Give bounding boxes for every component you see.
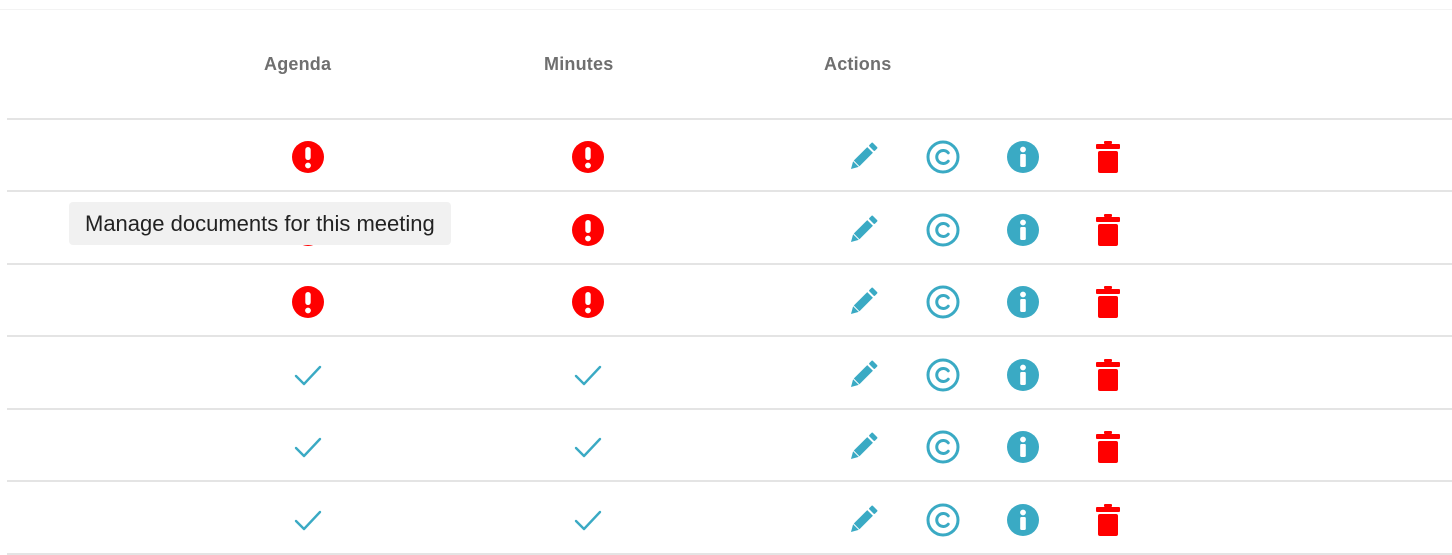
- delete-button[interactable]: [1088, 137, 1128, 177]
- copy-button[interactable]: [923, 210, 963, 250]
- minutes-checkmark-icon[interactable]: [570, 357, 606, 393]
- table-row: [7, 410, 1452, 482]
- copyright-icon: [926, 358, 960, 392]
- agenda-checkmark-icon[interactable]: [290, 357, 326, 393]
- copyright-icon: [926, 285, 960, 319]
- info-circle-icon: [1007, 504, 1039, 536]
- row-divider: [7, 190, 1452, 192]
- delete-button[interactable]: [1088, 500, 1128, 540]
- pencil-icon: [850, 360, 878, 388]
- copyright-icon: [926, 430, 960, 464]
- table-row: [7, 338, 1452, 410]
- actions-column-header: Actions: [824, 54, 892, 74]
- minutes-exclamation-circle-icon[interactable]: [570, 139, 606, 175]
- table-row: [7, 265, 1452, 337]
- minutes-checkmark-icon[interactable]: [570, 429, 606, 465]
- delete-button[interactable]: [1088, 210, 1128, 250]
- minutes-checkmark-icon[interactable]: [570, 502, 606, 538]
- minutes-exclamation-circle-icon[interactable]: [570, 212, 606, 248]
- info-button[interactable]: [1003, 355, 1043, 395]
- agenda-checkmark-icon[interactable]: [290, 429, 326, 465]
- info-circle-icon: [1007, 431, 1039, 463]
- minutes-column-header: Minutes: [544, 54, 614, 74]
- meetings-table: Agenda Minutes Actions: [0, 0, 1452, 555]
- edit-button[interactable]: [843, 282, 883, 322]
- copy-button[interactable]: [923, 500, 963, 540]
- pencil-icon: [850, 505, 878, 533]
- delete-button[interactable]: [1088, 355, 1128, 395]
- tooltip: Manage documents for this meeting: [69, 202, 451, 245]
- table-row: [7, 120, 1452, 192]
- edit-button[interactable]: [843, 500, 883, 540]
- agenda-checkmark-icon[interactable]: [290, 502, 326, 538]
- row-divider: [7, 480, 1452, 482]
- info-button[interactable]: [1003, 137, 1043, 177]
- edit-button[interactable]: [843, 210, 883, 250]
- pencil-icon: [850, 142, 878, 170]
- agenda-exclamation-circle-icon[interactable]: [290, 284, 326, 320]
- copy-button[interactable]: [923, 427, 963, 467]
- delete-button[interactable]: [1088, 427, 1128, 467]
- edit-button[interactable]: [843, 427, 883, 467]
- trash-icon: [1096, 504, 1120, 536]
- copyright-icon: [926, 503, 960, 537]
- copy-button[interactable]: [923, 137, 963, 177]
- info-button[interactable]: [1003, 282, 1043, 322]
- table-header: Agenda Minutes Actions: [0, 0, 1452, 120]
- trash-icon: [1096, 214, 1120, 246]
- row-divider: [7, 335, 1452, 337]
- delete-button[interactable]: [1088, 282, 1128, 322]
- copy-button[interactable]: [923, 355, 963, 395]
- pencil-icon: [850, 215, 878, 243]
- info-button[interactable]: [1003, 210, 1043, 250]
- edit-button[interactable]: [843, 137, 883, 177]
- info-circle-icon: [1007, 141, 1039, 173]
- trash-icon: [1096, 141, 1120, 173]
- info-circle-icon: [1007, 214, 1039, 246]
- table-row: [7, 483, 1452, 555]
- copyright-icon: [926, 140, 960, 174]
- pencil-icon: [850, 287, 878, 315]
- info-button[interactable]: [1003, 500, 1043, 540]
- copyright-icon: [926, 213, 960, 247]
- info-circle-icon: [1007, 286, 1039, 318]
- agenda-column-header: Agenda: [264, 54, 332, 74]
- trash-icon: [1096, 286, 1120, 318]
- trash-icon: [1096, 431, 1120, 463]
- info-button[interactable]: [1003, 427, 1043, 467]
- trash-icon: [1096, 359, 1120, 391]
- agenda-exclamation-circle-icon[interactable]: [290, 139, 326, 175]
- copy-button[interactable]: [923, 282, 963, 322]
- minutes-exclamation-circle-icon[interactable]: [570, 284, 606, 320]
- info-circle-icon: [1007, 359, 1039, 391]
- pencil-icon: [850, 432, 878, 460]
- edit-button[interactable]: [843, 355, 883, 395]
